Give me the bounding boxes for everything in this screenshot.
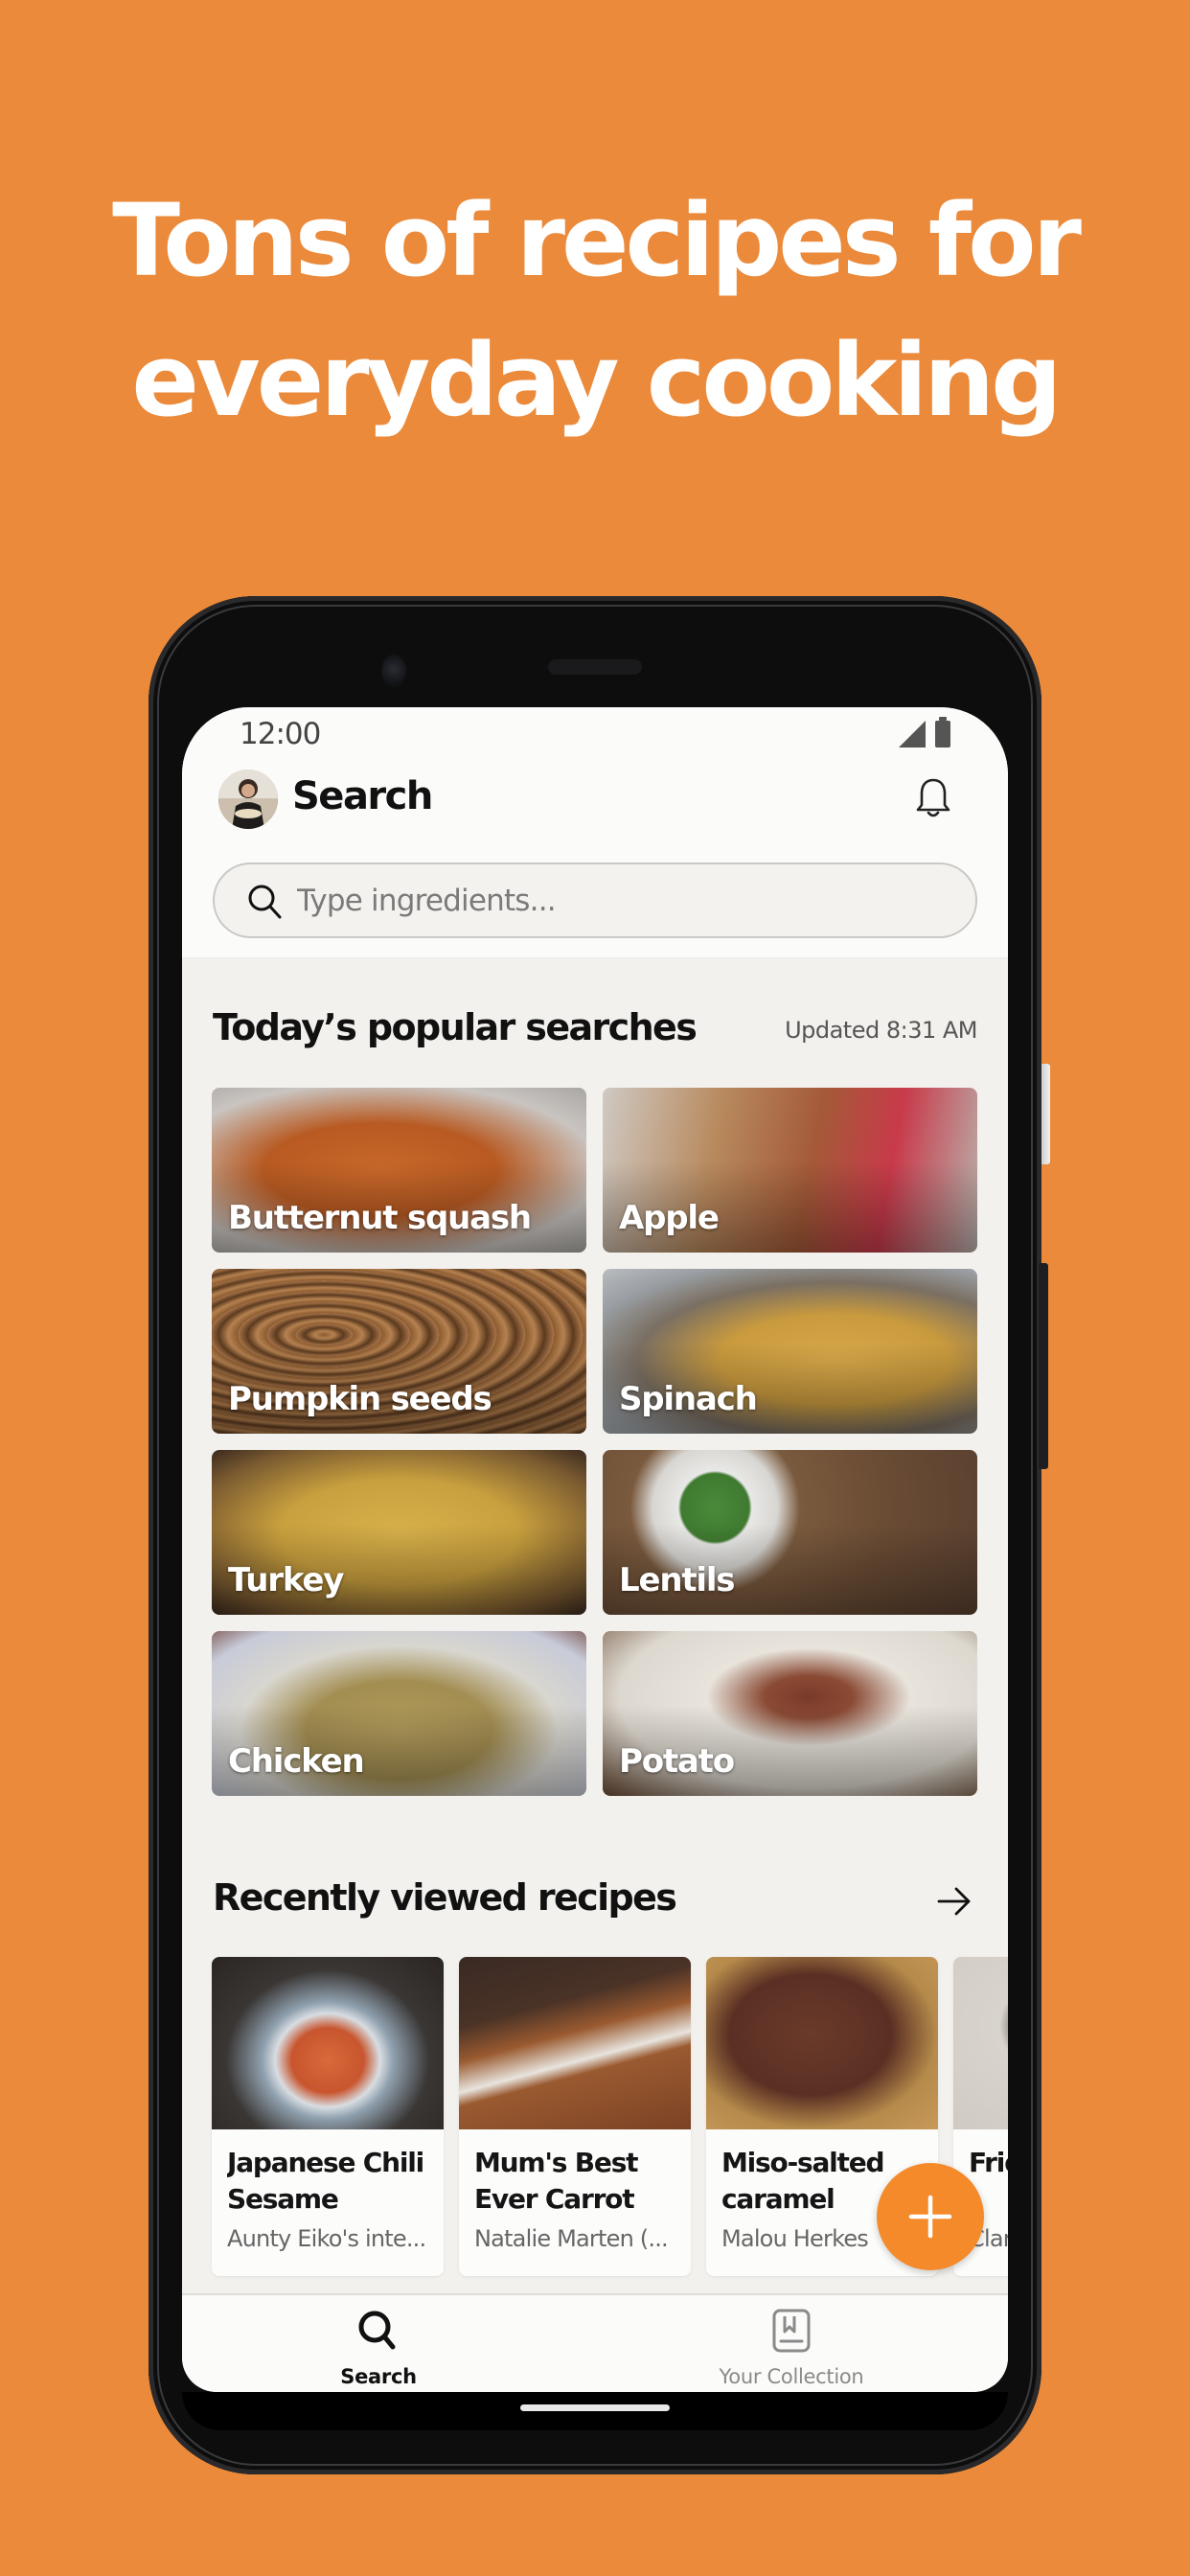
popular-searches-title: Today’s popular searches xyxy=(213,1006,698,1048)
recently-viewed-title: Recently viewed recipes xyxy=(213,1876,677,1919)
signal-icon xyxy=(899,721,926,748)
phone-volume-button xyxy=(1039,1263,1048,1469)
popular-searches-grid: Butternut squash Apple Pumpkin seeds Spi… xyxy=(212,1088,978,1796)
phone-power-button xyxy=(1041,1064,1050,1164)
search-input[interactable] xyxy=(297,883,949,918)
nav-label: Your Collection xyxy=(719,2365,864,2388)
status-icons xyxy=(899,717,950,748)
headline-line-2: everyday cooking xyxy=(131,322,1062,439)
recipe-card[interactable]: Japanese Chili Sesame Ram... Aunty Eiko'… xyxy=(212,1957,444,2276)
tile-label: Butternut squash xyxy=(228,1199,532,1237)
search-icon xyxy=(358,2311,396,2350)
user-avatar[interactable] xyxy=(218,770,278,829)
recipe-title: Japanese Chili Sesame Ram... xyxy=(227,2147,424,2215)
updated-timestamp: Updated 8:31 AM xyxy=(785,1017,977,1044)
system-nav-bar xyxy=(182,2392,1008,2430)
status-time: 12:00 xyxy=(240,717,321,751)
popular-tile-apple[interactable]: Apple xyxy=(603,1088,977,1253)
home-indicator[interactable] xyxy=(520,2404,670,2411)
promo-headline: Tons of recipes for everyday cooking xyxy=(0,171,1190,450)
popular-tile-chicken[interactable]: Chicken xyxy=(212,1631,586,1796)
recipe-image xyxy=(212,1957,444,2129)
plus-icon xyxy=(908,2195,952,2239)
collection-icon xyxy=(772,2309,811,2353)
avatar-image xyxy=(218,770,278,829)
bell-icon[interactable] xyxy=(914,776,952,820)
tile-label: Lentils xyxy=(619,1561,736,1599)
recipe-author: Natalie Marten (... xyxy=(474,2225,669,2252)
popular-tile-butternut-squash[interactable]: Butternut squash xyxy=(212,1088,586,1253)
front-camera xyxy=(381,655,406,687)
search-icon xyxy=(248,885,282,918)
recipe-image xyxy=(706,1957,938,2129)
recipe-card[interactable]: Mum's Best Ever Carrot C... Natalie Mart… xyxy=(459,1957,691,2276)
add-recipe-fab[interactable] xyxy=(877,2163,984,2270)
recipe-image xyxy=(459,1957,691,2129)
tile-label: Chicken xyxy=(228,1742,365,1781)
nav-label: Search xyxy=(340,2365,417,2388)
app-header-area: 12:00 Search xyxy=(182,707,1008,958)
recipe-image xyxy=(953,1957,1008,2129)
tile-label: Spinach xyxy=(619,1380,758,1418)
tile-label: Turkey xyxy=(228,1561,344,1599)
popular-tile-potato[interactable]: Potato xyxy=(603,1631,977,1796)
ingredient-search-field[interactable] xyxy=(213,862,977,938)
app-screen: 12:00 Search Type ingredients... Today’s… xyxy=(182,707,1008,2392)
popular-tile-lentils[interactable]: Lentils xyxy=(603,1450,977,1615)
recipe-title: Mum's Best Ever Carrot C... xyxy=(474,2147,639,2215)
earpiece-speaker xyxy=(548,659,642,675)
battery-icon xyxy=(935,717,950,748)
tile-label: Pumpkin seeds xyxy=(228,1380,492,1418)
arrow-right-icon[interactable] xyxy=(935,1884,973,1919)
headline-line-1: Tons of recipes for xyxy=(112,182,1082,299)
tile-label: Apple xyxy=(619,1199,720,1237)
nav-tab-your-collection[interactable]: Your Collection xyxy=(648,2307,935,2388)
page-title: Search xyxy=(292,774,433,818)
popular-tile-pumpkin-seeds[interactable]: Pumpkin seeds xyxy=(212,1269,586,1434)
popular-tile-spinach[interactable]: Spinach xyxy=(603,1269,977,1434)
recipe-author: Aunty Eiko's inte... xyxy=(227,2225,426,2252)
nav-tab-search[interactable]: Search xyxy=(235,2307,522,2388)
popular-tile-turkey[interactable]: Turkey xyxy=(212,1450,586,1615)
bottom-navigation: Search Your Collection xyxy=(182,2293,1008,2392)
tile-label: Potato xyxy=(619,1742,735,1781)
